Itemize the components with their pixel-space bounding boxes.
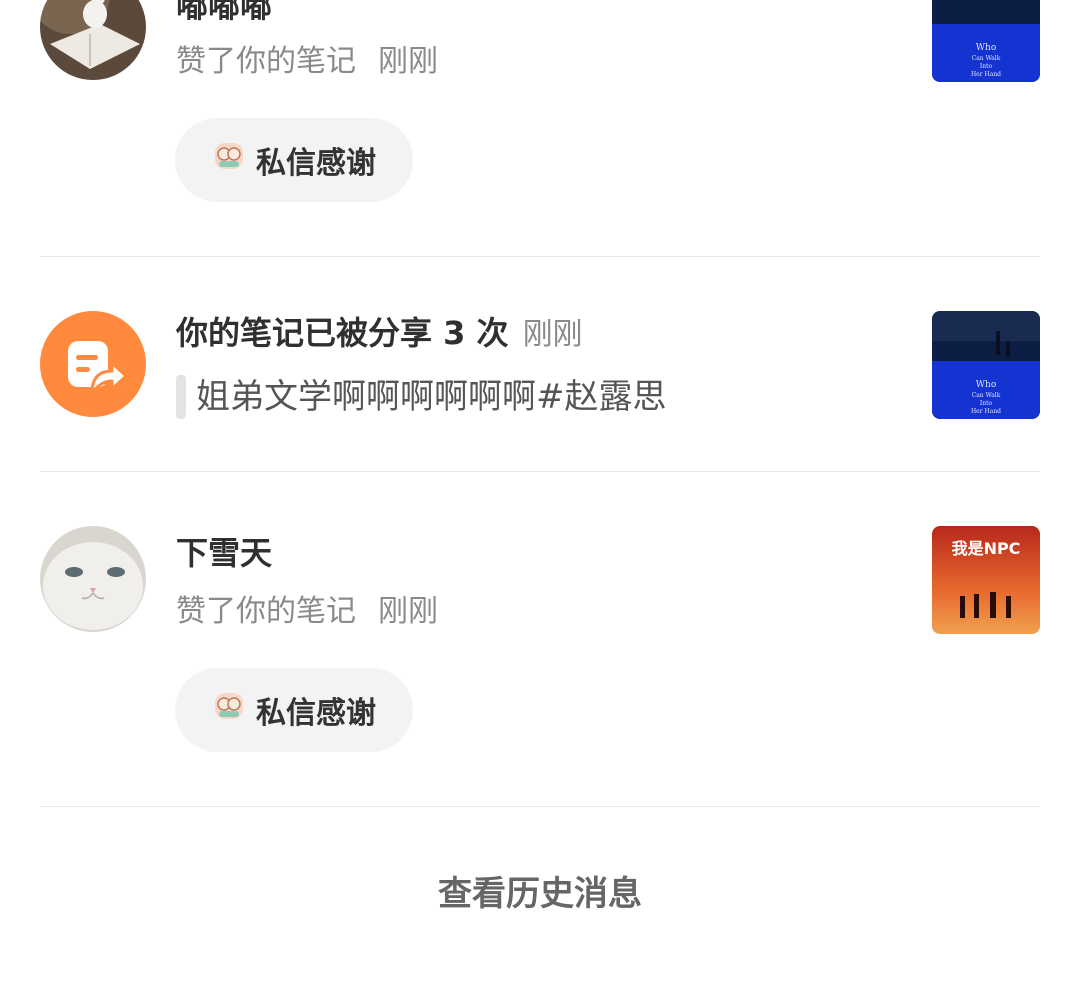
thumb-text: Her Hand [971, 71, 1001, 78]
share-count-text: 你的笔记已被分享 3 次 [176, 314, 509, 352]
view-history-button[interactable]: 查看历史消息 [0, 866, 1080, 915]
sticker-icon [212, 689, 246, 731]
username[interactable]: 下雪天 [176, 533, 272, 573]
note-thumbnail[interactable]: Who Can Walk Into Her Hand [932, 0, 1040, 82]
note-thumbnail[interactable]: Who Can Walk Into Her Hand [932, 311, 1040, 419]
action-text: 赞了你的笔记 [176, 44, 356, 79]
thank-message-button[interactable]: 私信感谢 [175, 668, 413, 752]
button-label: 私信感谢 [256, 696, 376, 731]
like-description: 赞了你的笔记 刚刚 [176, 42, 438, 82]
thumb-text: Can Walk [972, 55, 1001, 62]
timestamp: 刚刚 [378, 44, 438, 79]
sticker-icon [212, 139, 246, 181]
action-text: 赞了你的笔记 [176, 594, 356, 629]
share-notification-icon [40, 311, 146, 417]
button-label: 私信感谢 [256, 146, 376, 181]
avatar[interactable] [40, 0, 146, 80]
divider [40, 471, 1040, 472]
thumb-text: Into [980, 63, 993, 70]
timestamp: 刚刚 [522, 317, 583, 352]
thumb-text: Into [980, 400, 993, 407]
quote-bar [176, 375, 186, 419]
thumb-text: Who [976, 380, 996, 390]
thumb-text: Who [976, 43, 996, 53]
thumb-text: Can Walk [972, 392, 1001, 399]
thank-message-button[interactable]: 私信感谢 [175, 118, 413, 202]
note-thumbnail[interactable]: 我是NPC [932, 526, 1040, 634]
thumb-text: Her Hand [971, 408, 1001, 415]
avatar[interactable] [40, 526, 146, 632]
username[interactable]: 嘟嘟嘟 [176, 0, 272, 26]
thumb-text: 我是NPC [952, 539, 1021, 558]
divider [40, 256, 1040, 257]
timestamp: 刚刚 [378, 594, 438, 629]
divider [40, 806, 1040, 807]
note-quote[interactable]: 姐弟文学啊啊啊啊啊啊#赵露思 [196, 375, 667, 419]
share-title: 你的笔记已被分享 3 次刚刚 [176, 313, 583, 355]
like-description: 赞了你的笔记 刚刚 [176, 592, 438, 632]
